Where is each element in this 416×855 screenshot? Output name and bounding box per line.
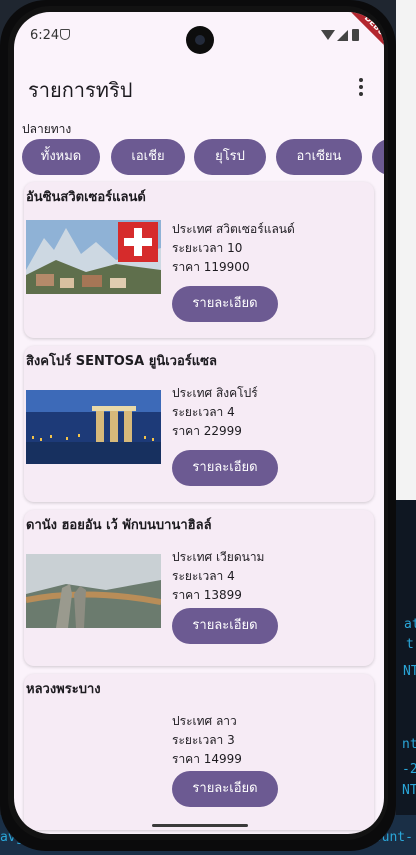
page-title: รายการทริป	[28, 78, 133, 102]
trip-card[interactable]: สิงคโปร์ SENTOSA ยูนิเวอร์แซล ประเทศ สิง…	[24, 346, 374, 502]
trip-info: ประเทศ เวียดนาม ระยะเวลา 4 ราคา 13899	[172, 548, 264, 605]
app-screen: 6:24 DEBUG รายการทริป ปลายทาง ทั้งหมด เอ…	[14, 12, 384, 834]
details-button[interactable]: รายละเอียด	[172, 450, 278, 486]
trip-info: ประเทศ ลาว ระยะเวลา 3 ราคา 14999	[172, 712, 242, 769]
trip-price: ราคา 119900	[172, 260, 250, 274]
chip-asia[interactable]: เอเชีย	[111, 139, 185, 175]
chip-europe[interactable]: ยุโรป	[194, 139, 266, 175]
trip-price: ราคา 14999	[172, 752, 242, 766]
trip-card[interactable]: หลวงพระบาง ประเทศ ลาว ระยะเวลา 3 ราคา 14…	[24, 674, 374, 830]
trip-card[interactable]: อันซินสวิตเซอร์แลนด์ ประเทศ สวิตเซอร์แลน…	[24, 182, 374, 338]
status-time: 6:24	[30, 28, 60, 43]
trip-duration: ระยะเวลา 3	[172, 733, 235, 747]
chip-more[interactable]	[372, 139, 384, 175]
trip-country: ประเทศ สิงคโปร์	[172, 386, 258, 400]
battery-icon	[352, 29, 359, 41]
trip-title: หลวงพระบาง	[26, 682, 101, 697]
wifi-icon	[321, 30, 335, 40]
ide-code-fragment: NT	[403, 664, 416, 679]
filter-label: ปลายทาง	[22, 122, 72, 136]
signal-icon	[337, 30, 348, 41]
trip-price: ราคา 22999	[172, 424, 242, 438]
details-button[interactable]: รายละเอียด	[172, 608, 278, 644]
more-vert-icon[interactable]	[358, 78, 364, 96]
ide-code-fragment: t	[406, 637, 414, 652]
camera-cutout	[186, 26, 214, 54]
trip-info: ประเทศ สิงคโปร์ ระยะเวลา 4 ราคา 22999	[172, 384, 258, 441]
trip-title: ดานัง ฮอยอัน เว้ พักบนบานาฮิลล์	[26, 518, 212, 533]
ide-code-fragment: NT	[402, 783, 416, 798]
trip-duration: ระยะเวลา 10	[172, 241, 243, 255]
trip-image	[26, 390, 161, 464]
chip-all[interactable]: ทั้งหมด	[22, 139, 100, 175]
phone-frame: 6:24 DEBUG รายการทริป ปลายทาง ทั้งหมด เอ…	[0, 0, 396, 851]
trip-title: อันซินสวิตเซอร์แลนด์	[26, 190, 146, 205]
chip-asean[interactable]: อาเซียน	[276, 139, 362, 175]
trip-country: ประเทศ ลาว	[172, 714, 237, 728]
phone-bezel: 6:24 DEBUG รายการทริป ปลายทาง ทั้งหมด เอ…	[8, 6, 388, 840]
home-indicator	[152, 824, 248, 827]
ide-code-fragment: at	[404, 617, 416, 632]
ide-code-fragment: nt	[402, 737, 416, 752]
trip-info: ประเทศ สวิตเซอร์แลนด์ ระยะเวลา 10 ราคา 1…	[172, 220, 295, 277]
trip-card[interactable]: ดานัง ฮอยอัน เว้ พักบนบานาฮิลล์ ประเทศ เ…	[24, 510, 374, 666]
ide-white-panel	[396, 0, 416, 500]
details-button[interactable]: รายละเอียด	[172, 771, 278, 807]
trip-image	[26, 220, 161, 294]
shield-icon	[60, 29, 70, 40]
trip-country: ประเทศ สวิตเซอร์แลนด์	[172, 222, 295, 236]
trip-duration: ระยะเวลา 4	[172, 405, 235, 419]
trip-price: ราคา 13899	[172, 588, 242, 602]
trip-title: สิงคโปร์ SENTOSA ยูนิเวอร์แซล	[26, 354, 217, 369]
status-bar: 6:24	[14, 12, 384, 54]
trip-country: ประเทศ เวียดนาม	[172, 550, 265, 564]
trip-image	[26, 554, 161, 628]
details-button[interactable]: รายละเอียด	[172, 286, 278, 322]
ide-code-fragment: -2	[402, 762, 416, 777]
app-bar: รายการทริป	[14, 66, 384, 106]
trip-duration: ระยะเวลา 4	[172, 569, 235, 583]
